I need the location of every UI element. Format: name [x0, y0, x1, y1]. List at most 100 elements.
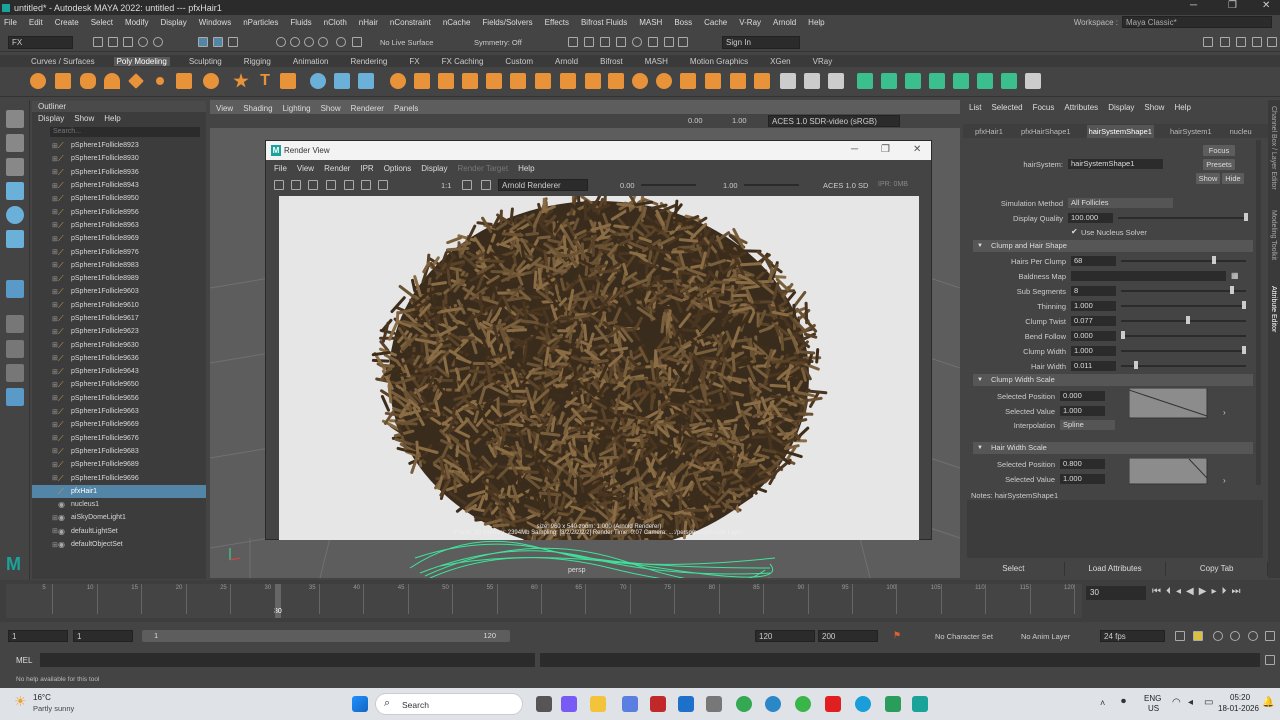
menu-edit[interactable]: Edit: [29, 18, 43, 27]
ae-focus-button[interactable]: Focus: [1203, 145, 1235, 156]
menu-nconstraint[interactable]: nConstraint: [390, 18, 431, 27]
ae-presets-button[interactable]: Presets: [1203, 159, 1235, 170]
outliner-row[interactable]: ⊞ ⟋ pSphere1Follicle9630: [32, 338, 206, 351]
make-live-icon[interactable]: [352, 37, 362, 47]
new-scene-icon[interactable]: [93, 37, 103, 47]
outliner-row[interactable]: ⊞ ⟋ pSphere1Follicle8963: [32, 219, 206, 232]
anim-prefs-icon[interactable]: [1248, 631, 1258, 641]
duplicate-face-icon[interactable]: [656, 73, 672, 89]
ae-cw-interpolation-dropdown[interactable]: Spline: [1060, 420, 1115, 430]
bevel-icon[interactable]: [486, 73, 502, 89]
layout-uv-icon[interactable]: [977, 73, 993, 89]
single-perspective-view-icon[interactable]: [6, 280, 24, 298]
extract-icon[interactable]: [680, 73, 696, 89]
ae-bend-follow-knob[interactable]: [1121, 331, 1125, 339]
outliner-row[interactable]: ⊞ ⟋ pSphere1Follicle8989: [32, 272, 206, 285]
shelf-tab-vray[interactable]: VRay: [810, 57, 836, 66]
menu-ncloth[interactable]: nCloth: [324, 18, 347, 27]
outliner-row[interactable]: ⊞ ⟋ pSphere1Follicle9663: [32, 405, 206, 418]
menu-bifrost-fluids[interactable]: Bifrost Fluids: [581, 18, 627, 27]
ae-tab-hairsystem1[interactable]: hairSystem1: [1168, 125, 1214, 138]
ae-bend-follow-slider[interactable]: [1121, 335, 1246, 337]
arnold-render-icon[interactable]: [664, 37, 674, 47]
clock-time[interactable]: 05:20: [1230, 693, 1250, 702]
menu-display[interactable]: Display: [161, 18, 187, 27]
render-view-minimize-button[interactable]: ─: [851, 144, 858, 155]
shelf-tab-sculpting[interactable]: Sculpting: [186, 57, 225, 66]
wifi-icon[interactable]: ◠: [1172, 697, 1181, 708]
boolean-icon[interactable]: [390, 73, 406, 89]
menu-ncache[interactable]: nCache: [443, 18, 471, 27]
outliner-row[interactable]: ⊞ ⟋ pSphere1Follicle8950: [32, 192, 206, 205]
ae-thinning-knob[interactable]: [1242, 301, 1246, 309]
ae-thinning-field[interactable]: 1.000: [1071, 301, 1116, 311]
notification-bell-icon[interactable]: 🔔: [1262, 697, 1274, 708]
ae-hairs-per-clump-knob[interactable]: [1211, 256, 1216, 264]
shelf-tab-rendering[interactable]: Rendering: [347, 57, 390, 66]
ae-section-clump-hair-shape[interactable]: Clump and Hair Shape: [973, 240, 1253, 252]
side-tab-attribute-editor[interactable]: Attribute Editor: [1270, 286, 1277, 332]
ae-display-quality-knob[interactable]: [1244, 213, 1248, 221]
rv-ipr-icon[interactable]: [326, 180, 336, 190]
rv-alpha-icon[interactable]: [361, 180, 371, 190]
ae-cw-selected-value-field[interactable]: 1.000: [1060, 406, 1105, 416]
ae-hair-width-slider[interactable]: [1121, 365, 1246, 367]
quadrangulate-icon[interactable]: [730, 73, 746, 89]
windows-start-icon[interactable]: [352, 696, 368, 712]
mel-label[interactable]: MEL: [16, 656, 32, 665]
tool-settings-icon[interactable]: [1252, 37, 1262, 47]
ae-cw-ramp-expand-icon[interactable]: ›: [1223, 408, 1226, 417]
bridge-icon[interactable]: [462, 73, 478, 89]
ae-clump-twist-slider[interactable]: [1121, 320, 1246, 322]
outliner-row[interactable]: ⊞ ◉ defaultLightSet: [32, 525, 206, 538]
outliner-menu-display[interactable]: Display: [38, 114, 64, 123]
weather-temp[interactable]: 16°C: [33, 693, 51, 702]
outliner-row[interactable]: ⊞ ⟋ pSphere1Follicle8923: [32, 139, 206, 152]
render-view-close-button[interactable]: ✕: [913, 144, 921, 155]
ae-menu-display[interactable]: Display: [1108, 103, 1134, 112]
rotate-tool-icon[interactable]: [6, 206, 24, 224]
render-current-icon[interactable]: [584, 37, 594, 47]
multi-cut-icon[interactable]: [780, 73, 796, 89]
ae-display-quality-field[interactable]: 100.000: [1068, 213, 1113, 223]
expand-icon[interactable]: ⊞: [52, 182, 58, 190]
script-editor-icon[interactable]: [1265, 655, 1275, 665]
cut-uv-icon[interactable]: [1001, 73, 1017, 89]
menu-modify[interactable]: Modify: [125, 18, 149, 27]
shelf-tab-fx[interactable]: FX: [406, 57, 422, 66]
taskbar-search[interactable]: ⌕ Search: [375, 693, 523, 715]
rv-menu-help[interactable]: Help: [518, 164, 534, 173]
menu-arnold[interactable]: Arnold: [773, 18, 796, 27]
weather-icon[interactable]: ☀: [14, 693, 27, 710]
rv-exposure-slider[interactable]: [641, 184, 696, 186]
expand-icon[interactable]: ⊞: [52, 288, 58, 296]
menu-cache[interactable]: Cache: [704, 18, 727, 27]
outliner-row[interactable]: ⊞ ◉ defaultObjectSet: [32, 538, 206, 551]
combine-icon[interactable]: [310, 73, 326, 89]
viewport-menu-lighting[interactable]: Lighting: [283, 104, 311, 113]
anim-layer-dropdown[interactable]: No Anim Layer: [1021, 632, 1070, 641]
rv-render-region-icon[interactable]: [291, 180, 301, 190]
rv-exposure-field[interactable]: 0.00: [620, 181, 635, 190]
rv-menu-view[interactable]: View: [297, 164, 314, 173]
menu-select[interactable]: Select: [91, 18, 113, 27]
menu-nparticles[interactable]: nParticles: [243, 18, 278, 27]
poly-sphere-icon[interactable]: [30, 73, 46, 89]
rv-colorspace-label[interactable]: ACES 1.0 SD: [823, 181, 868, 190]
outliner-row[interactable]: ⊞ ⟋ pSphere1Follicle9636: [32, 352, 206, 365]
merge-icon[interactable]: [535, 73, 551, 89]
outliner-row[interactable]: ⊞ ⟋ pSphere1Follicle9696: [32, 471, 206, 484]
expand-icon[interactable]: ⊞: [52, 328, 58, 336]
ae-select-button[interactable]: Select: [963, 562, 1065, 576]
menu-fields-solvers[interactable]: Fields/Solvers: [482, 18, 532, 27]
ae-scrollbar[interactable]: [1256, 140, 1261, 485]
rv-ratio-button[interactable]: 1:1: [441, 181, 451, 190]
lasso-tool-icon[interactable]: [6, 134, 24, 152]
ae-clump-width-field[interactable]: 1.000: [1071, 346, 1116, 356]
character-controls-icon[interactable]: [1220, 37, 1230, 47]
range-slider[interactable]: 1 120: [142, 630, 510, 642]
step-back-key-icon[interactable]: ⏴: [1166, 586, 1171, 597]
snap-curve-icon[interactable]: [290, 37, 300, 47]
preferences-icon[interactable]: [1213, 631, 1223, 641]
render-view-icon[interactable]: [648, 37, 658, 47]
